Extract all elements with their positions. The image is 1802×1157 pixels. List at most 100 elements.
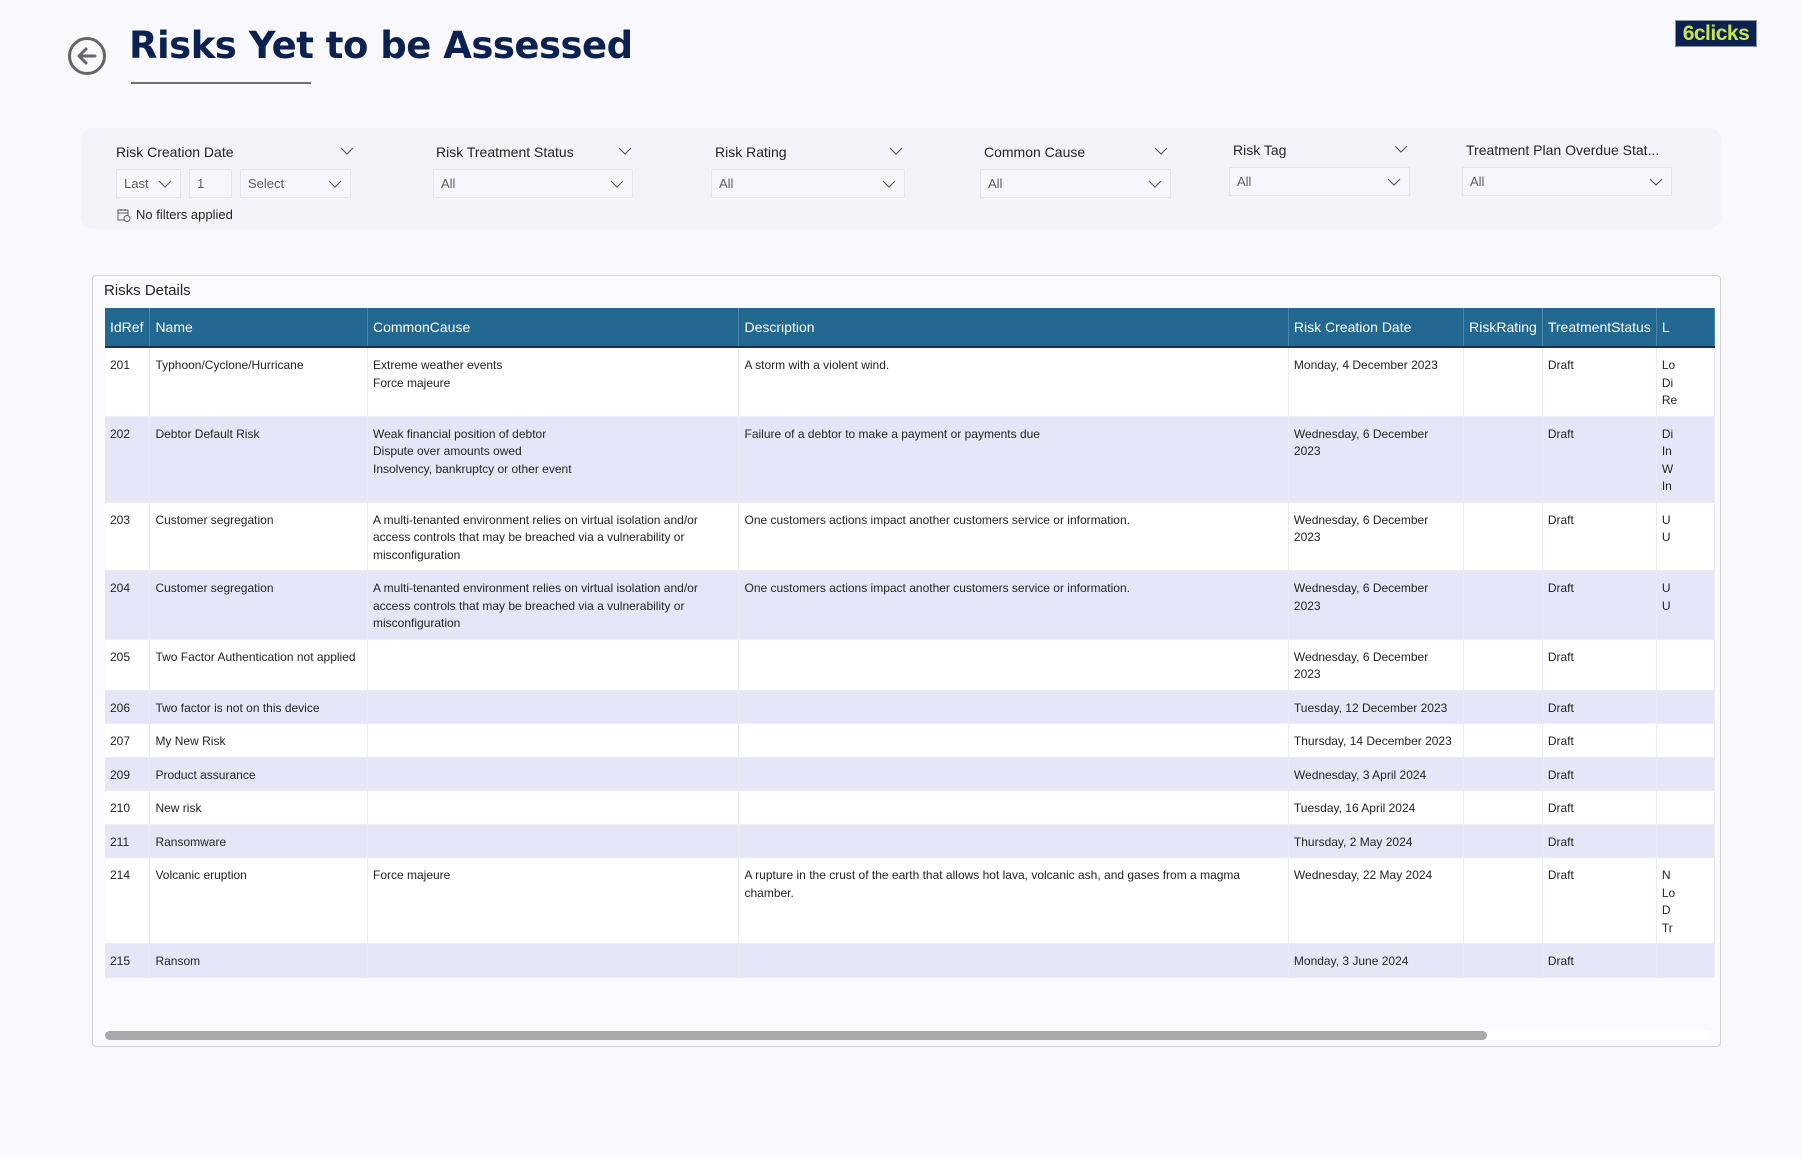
- table-row[interactable]: 202 Debtor Default Risk Weak financial pos…: [105, 416, 1715, 503]
- cell-common-cause: [367, 639, 740, 691]
- table-row[interactable]: 201 Typhoon/Cyclone/Hurricane Extreme weat…: [105, 347, 1715, 417]
- cell-description: A storm with a violent wind.: [738, 347, 1289, 417]
- column-header-common-cause[interactable]: CommonCause: [367, 308, 740, 348]
- cell-common-cause: Extreme weather events Force majeure: [367, 347, 740, 417]
- table-row[interactable]: 209 Product assurance Wednesday, 3 April 2…: [105, 757, 1715, 791]
- slicer-risk-rating: Risk Rating: [715, 144, 905, 160]
- cell-description: [738, 943, 1289, 978]
- cell-description: One customers actions impact another cus…: [738, 570, 1289, 640]
- cell-description: [738, 639, 1289, 691]
- cell-idref: 201: [105, 347, 151, 417]
- horizontal-scrollbar[interactable]: [105, 1030, 1712, 1040]
- cell-treatment-status: Draft: [1542, 857, 1657, 944]
- dropdown-value: All: [1237, 174, 1252, 189]
- column-header-risk-rating[interactable]: RiskRating: [1463, 308, 1543, 348]
- column-header-treatment-status[interactable]: TreatmentStatus: [1542, 308, 1657, 348]
- chevron-down-icon[interactable]: [1394, 144, 1408, 154]
- column-header-idref[interactable]: IdRef: [105, 308, 151, 348]
- cell-common-cause: [367, 723, 740, 758]
- cell-name: Customer segregation: [149, 502, 368, 571]
- horizontal-scrollbar-thumb[interactable]: [105, 1031, 1488, 1040]
- table-row[interactable]: 214 Volcanic eruption Force majeure A ruptu…: [105, 857, 1715, 944]
- chevron-down-icon[interactable]: [340, 146, 354, 156]
- slicer-title: Common Cause: [984, 144, 1086, 160]
- chevron-down-icon[interactable]: [1154, 146, 1168, 156]
- risks-details-card: Risks Details IdRef Name CommonCause Des…: [92, 275, 1721, 1047]
- cell-name: Debtor Default Risk: [149, 416, 368, 503]
- cell-risk-rating: [1463, 347, 1543, 417]
- cell-risk-rating: [1463, 690, 1543, 724]
- column-header-description[interactable]: Description: [738, 308, 1289, 348]
- column-header-truncated[interactable]: L: [1656, 308, 1715, 348]
- slicer-title: Risk Tag: [1233, 142, 1287, 158]
- table-row[interactable]: 210 New risk Tuesday, 16 April 2024 Draft: [105, 790, 1715, 825]
- column-header-name[interactable]: Name: [149, 308, 368, 348]
- cell-treatment-status: Draft: [1542, 723, 1657, 758]
- calendar-clock-icon: [117, 208, 131, 222]
- table-row[interactable]: 207 My New Risk Thursday, 14 December 2023…: [105, 723, 1715, 758]
- cell-common-cause: [367, 824, 740, 858]
- cell-treatment-status: Draft: [1542, 570, 1657, 640]
- cell-common-cause: [367, 757, 740, 791]
- cell-risk-creation-date: Wednesday, 6 December 2023: [1288, 570, 1465, 640]
- slicer-common-cause: Common Cause: [984, 144, 1170, 160]
- cell-risk-creation-date: Tuesday, 16 April 2024: [1288, 790, 1465, 825]
- cell-truncated: [1656, 790, 1715, 825]
- cell-risk-rating: [1463, 570, 1543, 640]
- cell-description: [738, 690, 1289, 724]
- relative-mode-dropdown[interactable]: Last: [116, 169, 181, 198]
- cell-treatment-status: Draft: [1542, 502, 1657, 571]
- risk-rating-dropdown[interactable]: All: [711, 169, 905, 198]
- company-logo: 6clicks: [1675, 20, 1757, 47]
- chevron-down-icon[interactable]: [889, 146, 903, 156]
- back-button[interactable]: [68, 37, 106, 75]
- common-cause-dropdown[interactable]: All: [980, 169, 1171, 198]
- cell-truncated: [1656, 690, 1715, 724]
- slicer-title: Risk Treatment Status: [436, 144, 574, 160]
- chevron-down-icon[interactable]: [618, 146, 632, 156]
- dropdown-value: All: [1470, 174, 1485, 189]
- cell-risk-rating: [1463, 502, 1543, 571]
- cell-name: My New Risk: [149, 723, 368, 758]
- cell-treatment-status: Draft: [1542, 639, 1657, 691]
- relative-count-value: 1: [197, 176, 205, 191]
- risk-treatment-status-dropdown[interactable]: All: [433, 169, 633, 198]
- cell-common-cause: [367, 790, 740, 825]
- table-row[interactable]: 215 Ransom Monday, 3 June 2024 Draft: [105, 943, 1715, 978]
- treatment-plan-overdue-dropdown[interactable]: All: [1462, 167, 1672, 196]
- cell-name: Ransom: [149, 943, 368, 978]
- cell-name: Typhoon/Cyclone/Hurricane: [149, 347, 368, 417]
- cell-truncated: Di In W In: [1656, 416, 1715, 503]
- table-row[interactable]: 205 Two Factor Authentication not applied…: [105, 639, 1715, 691]
- risk-tag-dropdown[interactable]: All: [1229, 167, 1410, 196]
- page-title: Risks Yet to be Assessed: [129, 24, 633, 67]
- cell-idref: 206: [105, 690, 151, 724]
- cell-risk-creation-date: Thursday, 2 May 2024: [1288, 824, 1465, 858]
- relative-unit-dropdown[interactable]: Select: [240, 169, 351, 198]
- relative-count-input[interactable]: 1: [189, 169, 232, 198]
- relative-unit-value: Select: [248, 176, 285, 191]
- cell-treatment-status: Draft: [1542, 824, 1657, 858]
- cell-idref: 211: [105, 824, 151, 858]
- cell-name: Two Factor Authentication not applied: [149, 639, 368, 691]
- table-row[interactable]: 206 Two factor is not on this device Tuesd…: [105, 690, 1715, 724]
- cell-common-cause: Weak financial position of debtor Disput…: [367, 416, 740, 503]
- relative-mode-value: Last: [124, 176, 149, 191]
- chevron-down-icon: [882, 180, 896, 188]
- cell-risk-rating: [1463, 943, 1543, 978]
- cell-common-cause: [367, 690, 740, 724]
- cell-idref: 205: [105, 639, 151, 691]
- cell-risk-creation-date: Wednesday, 3 April 2024: [1288, 757, 1465, 791]
- cell-idref: 207: [105, 723, 151, 758]
- slicer-risk-tag: Risk Tag: [1233, 142, 1408, 158]
- table-row[interactable]: 204 Customer segregation A multi-tenanted …: [105, 570, 1715, 640]
- column-header-risk-creation-date[interactable]: Risk Creation Date: [1288, 308, 1465, 348]
- table-header-row: IdRef Name CommonCause Description Risk …: [105, 308, 1715, 348]
- table-row[interactable]: 211 Ransomware Thursday, 2 May 2024 Draft: [105, 824, 1715, 858]
- cell-description: [738, 824, 1289, 858]
- cell-name: Volcanic eruption: [149, 857, 368, 944]
- table-row[interactable]: 203 Customer segregation A multi-tenanted …: [105, 502, 1715, 571]
- cell-common-cause: A multi-tenanted environment relies on v…: [367, 570, 740, 640]
- cell-treatment-status: Draft: [1542, 790, 1657, 825]
- cell-risk-creation-date: Wednesday, 6 December 2023: [1288, 639, 1465, 691]
